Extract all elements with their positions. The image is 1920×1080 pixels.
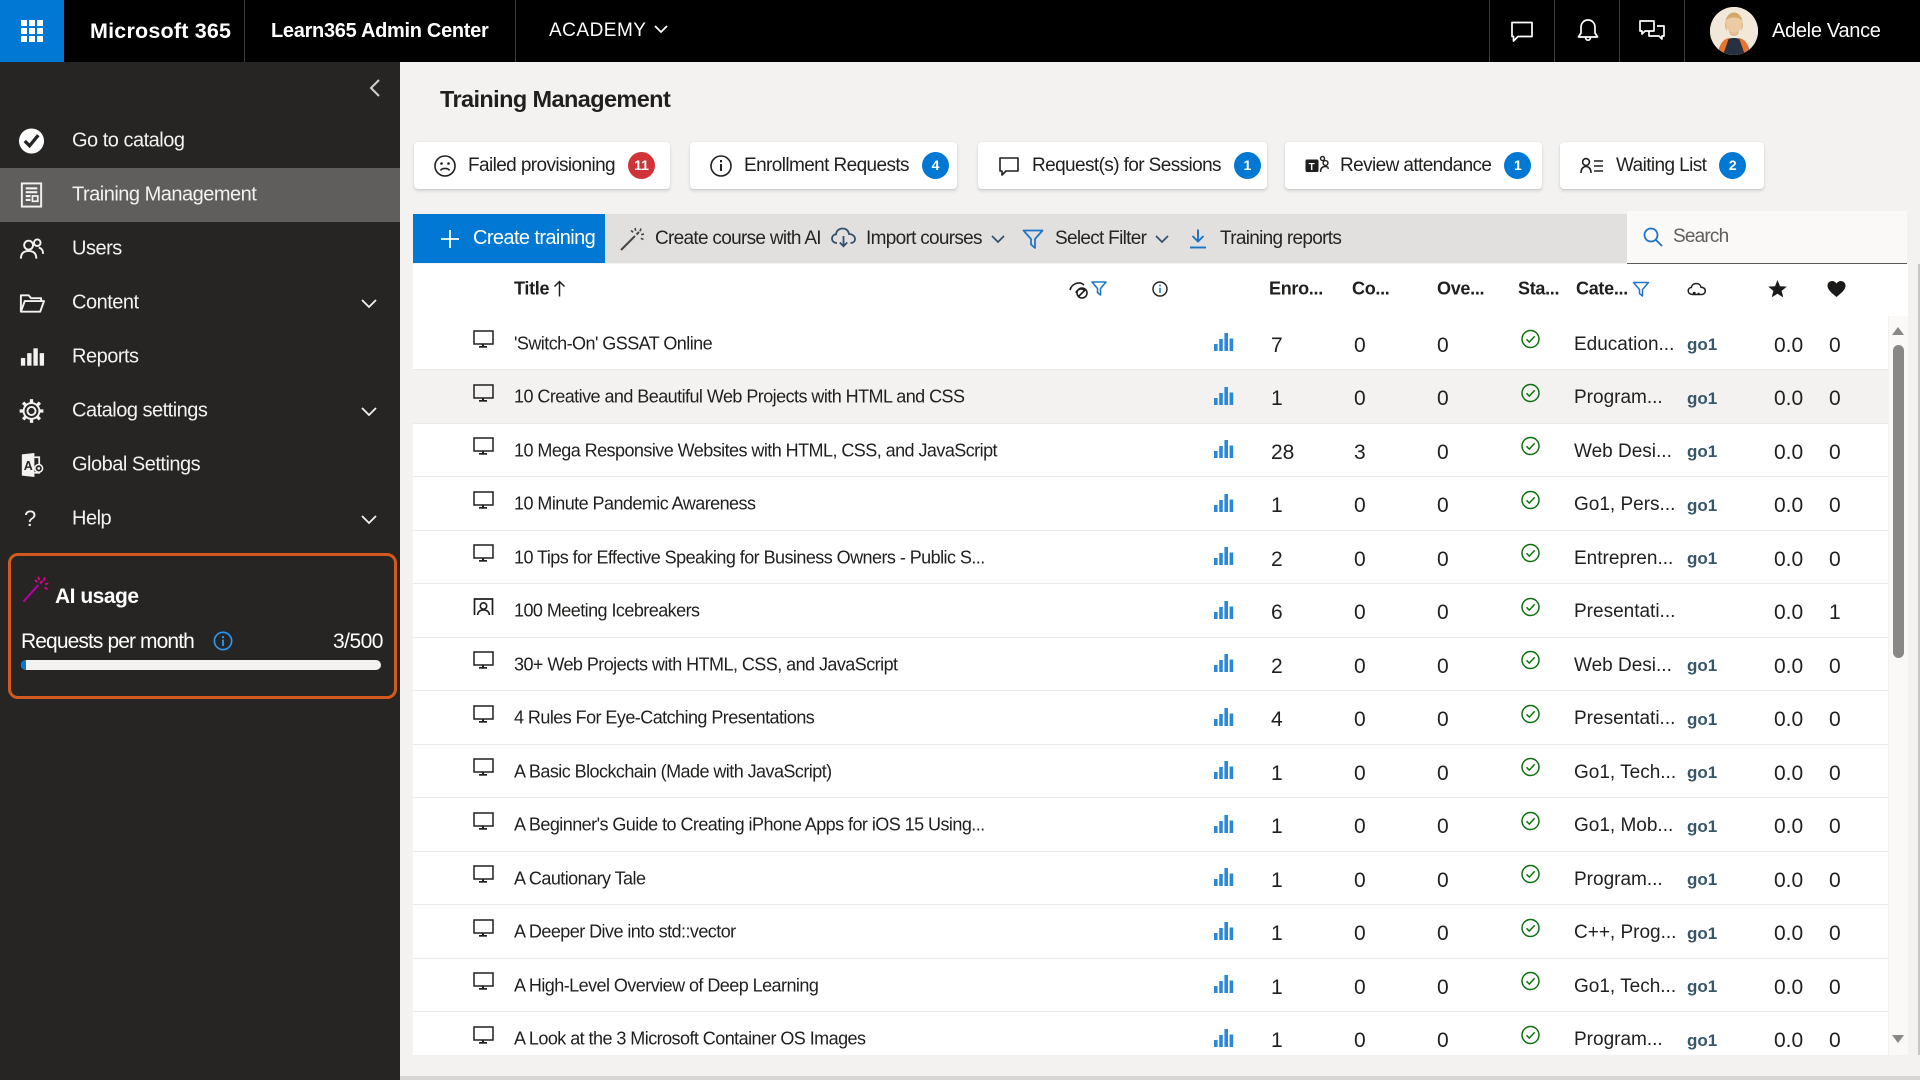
svg-text:T: T bbox=[1309, 161, 1315, 172]
svg-text:A: A bbox=[24, 459, 33, 473]
